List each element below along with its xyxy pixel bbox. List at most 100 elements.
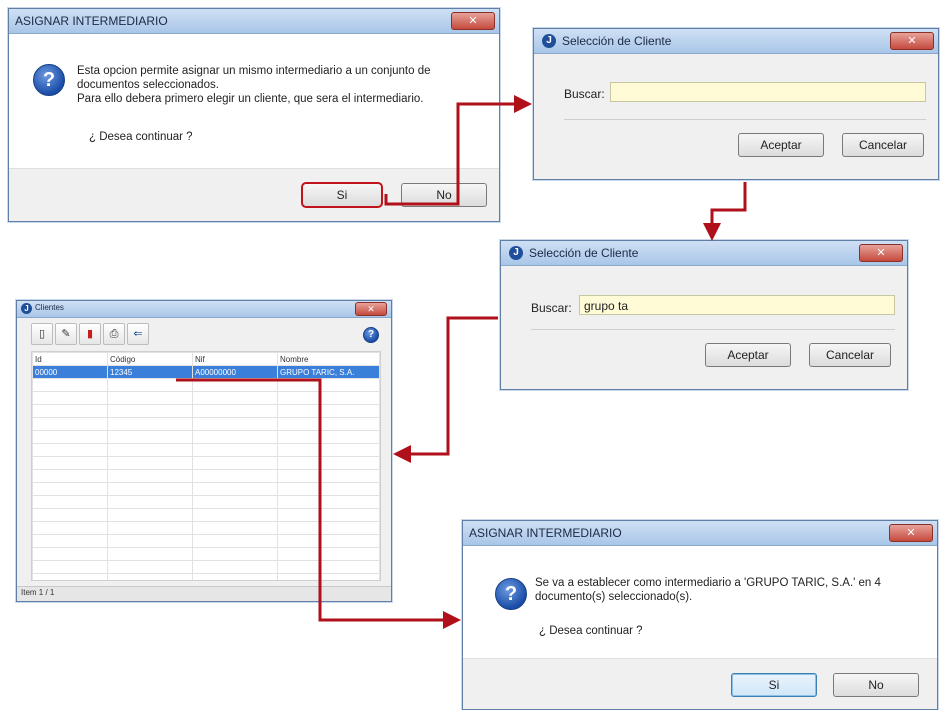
empty-cell	[192, 404, 278, 418]
empty-cell	[32, 508, 108, 522]
print-icon[interactable]: ⎙	[103, 323, 125, 345]
delete-document-icon[interactable]: ▮	[79, 323, 101, 345]
empty-cell	[277, 378, 380, 392]
close-icon[interactable]: ✕	[451, 12, 495, 30]
arrow-to-search-filled	[703, 182, 747, 241]
table-row-empty	[32, 404, 380, 418]
empty-cell	[277, 573, 380, 580]
dialog-message: Se va a establecer como intermediario a …	[535, 576, 925, 604]
empty-cell	[107, 378, 193, 392]
message-line: Esta opcion permite asignar un mismo int…	[77, 65, 431, 77]
dialog-title: Selección de Cliente	[562, 34, 672, 48]
no-button[interactable]: No	[833, 673, 919, 697]
table-row-empty	[32, 534, 380, 548]
accept-button[interactable]: Aceptar	[738, 133, 824, 157]
table-row-selected[interactable]: 00000 12345 A00000000 GRUPO TARIC, S.A.	[32, 365, 380, 379]
empty-cell	[192, 443, 278, 457]
confirm-question: ¿ Desea continuar ?	[89, 131, 193, 143]
empty-cell	[107, 430, 193, 444]
client-search-dialog: J Selección de Cliente ✕ Buscar: Aceptar…	[533, 28, 939, 180]
empty-cell	[107, 443, 193, 457]
question-icon: ?	[495, 578, 527, 610]
empty-cell	[107, 482, 193, 496]
empty-cell	[107, 508, 193, 522]
close-icon[interactable]: ✕	[355, 302, 387, 316]
empty-cell	[107, 495, 193, 509]
column-header[interactable]: Nif	[192, 352, 278, 366]
empty-cell	[32, 560, 108, 574]
assign-intermediary-dialog: ASIGNAR INTERMEDIARIO ✕ ? Esta opcion pe…	[8, 8, 500, 222]
empty-cell	[107, 547, 193, 561]
empty-cell	[32, 456, 108, 470]
table-row-empty	[32, 508, 380, 522]
yes-button[interactable]: Si	[301, 182, 383, 208]
dialog-title: Selección de Cliente	[529, 246, 639, 260]
empty-cell	[107, 469, 193, 483]
help-icon[interactable]: ?	[363, 327, 379, 343]
confirm-question: ¿ Desea continuar ?	[539, 625, 643, 637]
cell-nif: A00000000	[192, 365, 278, 379]
back-arrow-icon[interactable]: ⇐	[127, 323, 149, 345]
search-input[interactable]	[610, 82, 926, 102]
no-button[interactable]: No	[401, 183, 487, 207]
empty-cell	[192, 378, 278, 392]
message-line: documentos seleccionados.	[77, 79, 219, 91]
empty-cell	[32, 482, 108, 496]
empty-cell	[277, 404, 380, 418]
assign-intermediary-confirm-dialog: ASIGNAR INTERMEDIARIO ✕ ? Se va a establ…	[462, 520, 938, 710]
dialog-body: ? Se va a establecer como intermediario …	[463, 546, 937, 658]
table-row-empty	[32, 391, 380, 405]
empty-cell	[32, 391, 108, 405]
column-header[interactable]: Id	[32, 352, 108, 366]
empty-cell	[192, 560, 278, 574]
app-logo-icon: J	[21, 303, 32, 314]
empty-cell	[192, 430, 278, 444]
new-document-icon[interactable]: ▯	[31, 323, 53, 345]
column-header[interactable]: Nombre	[277, 352, 380, 366]
empty-cell	[192, 521, 278, 535]
empty-cell	[107, 404, 193, 418]
empty-cell	[277, 430, 380, 444]
app-logo-icon: J	[542, 34, 556, 48]
close-icon[interactable]: ✕	[859, 244, 903, 262]
empty-cell	[32, 495, 108, 509]
table-row-empty	[32, 495, 380, 509]
empty-cell	[192, 456, 278, 470]
edit-document-icon[interactable]: ✎	[55, 323, 77, 345]
dialog-titlebar: J Selección de Cliente ✕	[501, 241, 907, 266]
empty-cell	[192, 534, 278, 548]
table-header: Id Código Nif Nombre	[32, 352, 380, 366]
empty-cell	[277, 560, 380, 574]
clients-table: Id Código Nif Nombre 00000 12345 A000000…	[31, 351, 381, 581]
dialog-titlebar: J Selección de Cliente ✕	[534, 29, 938, 54]
table-row-empty	[32, 443, 380, 457]
empty-cell	[277, 534, 380, 548]
empty-cell	[107, 456, 193, 470]
divider	[564, 119, 926, 120]
message-line: Se va a establecer como intermediario a …	[535, 577, 881, 589]
yes-button[interactable]: Si	[731, 673, 817, 697]
accept-button[interactable]: Aceptar	[705, 343, 791, 367]
column-header[interactable]: Código	[107, 352, 193, 366]
message-line: Para ello debera primero elegir un clien…	[77, 93, 424, 105]
search-input[interactable]: grupo ta	[579, 295, 895, 315]
close-icon[interactable]: ✕	[890, 32, 934, 50]
empty-cell	[277, 508, 380, 522]
empty-cell	[107, 417, 193, 431]
empty-cell	[192, 391, 278, 405]
table-row-empty	[32, 456, 380, 470]
table-row-empty	[32, 482, 380, 496]
empty-cell	[32, 469, 108, 483]
table-row-empty	[32, 573, 380, 580]
empty-cell	[192, 495, 278, 509]
empty-cell	[277, 521, 380, 535]
clients-window: J Clientes ✕ ▯ ✎ ▮ ⎙ ⇐ ? Id Código Nif N…	[16, 300, 392, 602]
cancel-button[interactable]: Cancelar	[842, 133, 924, 157]
dialog-title: ASIGNAR INTERMEDIARIO	[15, 14, 168, 28]
empty-cell	[192, 482, 278, 496]
cancel-button[interactable]: Cancelar	[809, 343, 891, 367]
table-row-empty	[32, 417, 380, 431]
empty-cell	[192, 508, 278, 522]
divider	[531, 329, 895, 330]
close-icon[interactable]: ✕	[889, 524, 933, 542]
